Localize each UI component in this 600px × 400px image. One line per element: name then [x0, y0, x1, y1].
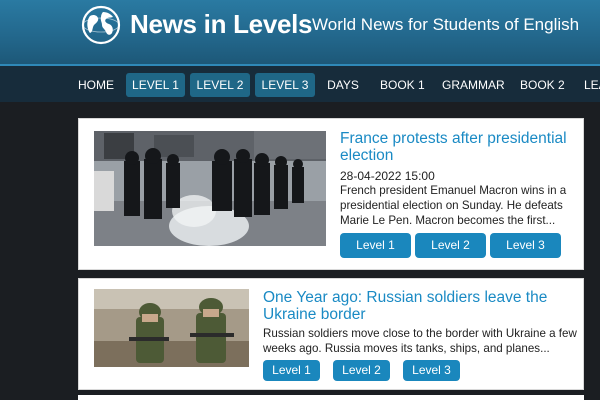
level-2-button[interactable]: Level 2 [333, 360, 390, 381]
level-2-button[interactable]: Level 2 [415, 233, 486, 258]
level-3-button[interactable]: Level 3 [490, 233, 561, 258]
nav-level-3[interactable]: LEVEL 3 [255, 73, 315, 97]
article-card: One Year ago: Russian soldiers leave the… [78, 278, 584, 390]
nav-learn[interactable]: LEA [584, 73, 600, 97]
article-date: 28-04-2022 15:00 [340, 169, 435, 183]
nav-level-1[interactable]: LEVEL 1 [126, 73, 185, 97]
level-3-button[interactable]: Level 3 [403, 360, 460, 381]
site-header: News in Levels World News for Students o… [0, 0, 600, 64]
nav-days[interactable]: DAYS [326, 73, 360, 97]
nav-home[interactable]: HOME [76, 73, 116, 97]
next-article-card-edge [78, 395, 584, 400]
level-1-button[interactable]: Level 1 [263, 360, 320, 381]
article-thumbnail-soldiers[interactable] [94, 289, 249, 367]
nav-book-2[interactable]: BOOK 2 [520, 73, 565, 97]
site-tagline: World News for Students of English [312, 15, 580, 34]
article-title[interactable]: France protests after presidential elect… [340, 130, 570, 164]
nav-grammar[interactable]: GRAMMAR [442, 73, 505, 97]
nav-level-2[interactable]: LEVEL 2 [190, 73, 250, 97]
article-thumbnail-protest[interactable] [94, 131, 326, 246]
site-logo-text[interactable]: News in Levels [130, 9, 313, 39]
level-1-button[interactable]: Level 1 [340, 233, 411, 258]
article-excerpt: Russian soldiers move close to the borde… [263, 327, 577, 355]
globe-logo-icon[interactable] [81, 5, 121, 45]
article-title[interactable]: One Year ago: Russian soldiers leave the… [263, 289, 563, 323]
main-navigation: HOME LEVEL 1 LEVEL 2 LEVEL 3 DAYS BOOK 1… [0, 64, 600, 102]
nav-book-1[interactable]: BOOK 1 [380, 73, 425, 97]
article-excerpt: French president Emanuel Macron wins in … [340, 184, 567, 227]
article-card: France protests after presidential elect… [78, 118, 584, 270]
